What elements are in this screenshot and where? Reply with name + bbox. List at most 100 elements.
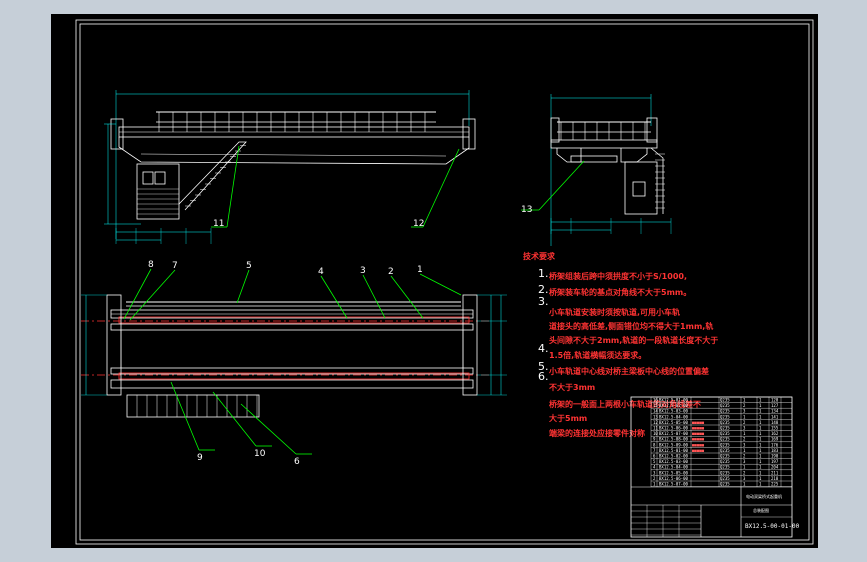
leader-13 (538, 160, 585, 211)
table-cell: BX12.5-03-00 (659, 409, 688, 414)
table-cell: BX12.5-07-00 (659, 482, 688, 487)
cab-window (632, 181, 646, 197)
table-cell: 1 (743, 431, 746, 436)
drawing-line (140, 153, 447, 157)
table-cell: 1 (759, 403, 762, 408)
callout-7: 7 (172, 261, 178, 271)
table-cell: Q235 (720, 403, 730, 408)
table-cell: 8 (653, 442, 656, 447)
leader-line (212, 391, 257, 447)
table-cell: 12 (653, 420, 658, 425)
table-cell: BX12.5-09-00 (659, 442, 688, 447)
table-cell: Q235 (720, 426, 730, 431)
table-cell: 169 (771, 437, 779, 442)
crossbeam (550, 139, 658, 149)
table-cell: 218 (771, 476, 779, 481)
table-cell: BX12.5-04-00 (659, 465, 688, 470)
table-cell: 1 (653, 482, 656, 487)
outer-border (75, 19, 814, 545)
table-cell: 2 (743, 403, 746, 408)
title-block: 16 BX12.5-01-00 Q235 1 1 12015 BX12.5-02-00 Q23… (630, 396, 800, 538)
table-cell: 2 (743, 470, 746, 475)
leader-12 (422, 148, 460, 228)
table-cell: 11 (653, 426, 658, 431)
note-line: 不大于3mm (549, 382, 595, 392)
cab-stair (178, 141, 247, 211)
table-cell: Q235 (720, 431, 730, 436)
table-cell: Q235 (720, 470, 730, 475)
table-cell: 155 (771, 426, 779, 431)
table-cell: ■■■■■ (692, 437, 705, 442)
leader-11 (226, 145, 240, 228)
table-cell: 1 (759, 454, 762, 459)
table-cell: Q235 (720, 398, 730, 403)
table-cell: 1 (743, 448, 746, 453)
table-cell: 1 (759, 431, 762, 436)
note-number: 1. (538, 267, 549, 280)
table-cell: Q235 (720, 465, 730, 470)
table-cell: 3 (743, 459, 746, 464)
table-cell: 204 (771, 465, 779, 470)
table-cell: 211 (771, 470, 779, 475)
table-cell: BX12.5-05-00 (659, 420, 688, 425)
table-cell: Q235 (720, 476, 730, 481)
table-cell: ■■■■■ (692, 426, 705, 431)
table-cell: Q235 (720, 409, 730, 414)
callout-11: 11 (213, 219, 224, 229)
table-cell: 2 (743, 437, 746, 442)
callout-6: 6 (294, 457, 300, 467)
table-cell: 3 (743, 409, 746, 414)
table-cell: 3 (743, 442, 746, 447)
note-line: 桥架装车轮的基点对角线不大于5mm。 (549, 287, 691, 297)
table-cell: 1 (759, 482, 762, 487)
table-cell: BX12.5-03-00 (659, 459, 688, 464)
cab-window (142, 171, 154, 185)
table-cell: ■■■■■ (692, 420, 705, 425)
note-line: 头间隙不大于2mm,轨道的一段轨道长度不大于 (549, 335, 718, 345)
table-cell: BX12.5-07-00 (659, 431, 688, 436)
table-cell: 5 (653, 459, 656, 464)
table-cell: 120 (771, 398, 779, 403)
drawing-title: 电动双梁桥式起重机 (746, 493, 782, 499)
table-cell: 1 (743, 465, 746, 470)
table-cell: ■■■■■ (692, 431, 705, 436)
note-line: 大于5mm (549, 413, 587, 423)
note-line: 1.5倍,轨道横幅须达要求。 (549, 350, 646, 360)
table-cell: Q235 (720, 482, 730, 487)
table-cell: Q235 (720, 414, 730, 419)
note-line: 桥架组装后跨中须拱度不小于S/1000, (549, 271, 687, 281)
table-cell: 2 (743, 454, 746, 459)
table-cell: 2 (653, 476, 656, 481)
trolley-left (556, 148, 582, 163)
table-cell: 141 (771, 414, 779, 419)
table-cell: BX12.5-02-00 (659, 454, 688, 459)
table-cell: 127 (771, 403, 779, 408)
table-cell: 16 (653, 398, 658, 403)
drawing-title: 总装配图 (753, 507, 769, 513)
end-carriage-left (110, 118, 124, 150)
table-cell: 3 (743, 476, 746, 481)
table-cell: BX12.5-06-00 (659, 476, 688, 481)
drawing-sheet[interactable]: 11 12 13 8 7 5 4 3 2 1 9 10 6 技术要求 1. 2. 3. 4. 5. 6. 桥架组装后跨中… (51, 14, 818, 548)
trolley-right (620, 148, 648, 163)
table-cell: 2 (743, 420, 746, 425)
table-cell: BX12.5-02-00 (659, 403, 688, 408)
leader-line (390, 275, 424, 319)
table-cell: BX12.5-01-00 (659, 448, 688, 453)
drawing-svg: 11 12138 7 54 3 2 19 106技术要求1.2.3.4.5.6.桥架组装后跨中… (75, 19, 814, 545)
notes-heading: 技术要求 (523, 251, 556, 261)
leader-line (419, 273, 462, 296)
table-cell: 1 (743, 414, 746, 419)
table-cell: BX12.5-04-00 (659, 414, 688, 419)
leader-line (240, 403, 297, 455)
table-cell: 10 (653, 431, 658, 436)
technical-notes: 技术要求1.2.3.4.5.6.桥架组装后跨中须拱度不小于S/1000,桥架装车… (523, 251, 718, 438)
table-cell: 1 (759, 442, 762, 447)
table-cell: 197 (771, 459, 779, 464)
table-cell: 4 (653, 465, 656, 470)
table-cell: 1 (743, 482, 746, 487)
cad-viewport: 11 12 13 8 7 5 4 3 2 1 9 10 6 技术要求 1. 2. 3. 4. 5. 6. 桥架组装后跨中… (0, 0, 867, 562)
leader-line (170, 381, 200, 451)
front-view: 11 12 (104, 90, 476, 244)
table-cell: 1 (759, 459, 762, 464)
